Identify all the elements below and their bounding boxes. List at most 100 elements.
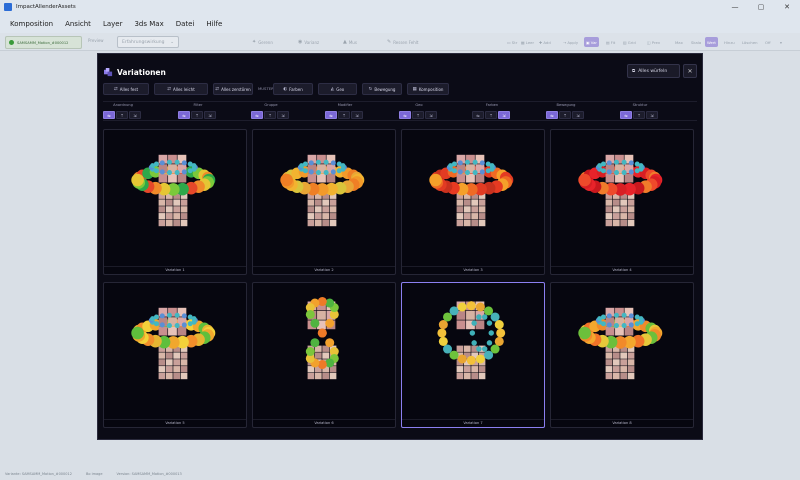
column-block (605, 206, 613, 213)
column-block (612, 213, 620, 220)
variation-tile-2[interactable]: Variation 2 (252, 129, 396, 275)
inner-ball (323, 170, 329, 176)
toolbar-right-button-3[interactable]: ⇢ Apply (561, 37, 580, 47)
toolbar-right-button-11[interactable]: Hinzu (722, 37, 737, 47)
inner-ball (613, 170, 619, 176)
inner-ball (166, 159, 172, 165)
swap-icon[interactable]: ⇋ (103, 111, 115, 119)
inner-ball (159, 169, 165, 175)
file-chip-label: SAMSAMM_Motion_#000012 (17, 40, 69, 45)
up-arrow-icon[interactable]: ⇡ (633, 111, 645, 119)
ring-ball (437, 328, 447, 338)
toolbar-right-button-13[interactable]: Off (763, 37, 773, 47)
ring-ball (305, 309, 315, 319)
inner-ball (181, 322, 187, 328)
corner-arrow-icon[interactable]: ⇲ (425, 111, 437, 119)
toolbar-right-button-1[interactable]: ▦ Leer (519, 37, 536, 47)
toolbar-button-gerenn[interactable]: ✦ Gerenn (252, 37, 273, 47)
column-block (456, 213, 464, 220)
filter-toggle-group: ⇋ ⇡ ⇲ (251, 111, 289, 119)
toolbar-right-button-0[interactable]: ▭ Str (505, 37, 519, 47)
action-geo[interactable]: ◭ Geo (318, 83, 357, 95)
swap-icon[interactable]: ⇋ (178, 111, 190, 119)
swap-icon[interactable]: ⇋ (325, 111, 337, 119)
file-chip[interactable]: SAMSAMM_Motion_#000012 (5, 36, 82, 49)
up-arrow-icon[interactable]: ⇡ (191, 111, 203, 119)
palette-icon: ◐ (283, 86, 288, 92)
maximize-button[interactable]: ▢ (748, 0, 774, 14)
corner-arrow-icon[interactable]: ⇲ (204, 111, 216, 119)
variation-tile-3[interactable]: Variation 3 (401, 129, 545, 275)
corner-arrow-icon[interactable]: ⇲ (351, 111, 363, 119)
corner-arrow-icon[interactable]: ⇲ (572, 111, 584, 119)
title-bar: ImpactAllenderAssets — ▢ ✕ (0, 0, 800, 14)
up-arrow-icon[interactable]: ⇡ (264, 111, 276, 119)
menu-hilfe[interactable]: Hilfe (200, 20, 228, 28)
inner-ball (485, 168, 491, 174)
column-block (471, 219, 479, 227)
toolbar-right-button-4[interactable]: ▣ Var (584, 37, 599, 47)
close-window-button[interactable]: ✕ (774, 0, 800, 14)
toolbar-right-button-10[interactable]: Wert (705, 37, 718, 47)
toolbar-button-ressen[interactable]: ✎ Ressen Fehlt (387, 37, 418, 47)
variation-tile-4[interactable]: Variation 4 (550, 129, 694, 275)
toolbar-right-button-14[interactable]: ▾ (778, 37, 784, 47)
swap-icon[interactable]: ⇋ (399, 111, 411, 119)
preset-select[interactable]: Erfahrungswirkung ⌄ (117, 36, 179, 48)
variation-tile-5[interactable]: Variation 5 (103, 282, 247, 428)
action-alles-zerstoeren[interactable]: ⇄ Alles zerstören (213, 83, 253, 95)
toolbar-right-button-8[interactable]: Max (673, 37, 685, 47)
corner-arrow-icon[interactable]: ⇲ (646, 111, 658, 119)
action-alles-leicht[interactable]: ⇄ Alles leicht (154, 83, 208, 95)
swap-icon[interactable]: ⇋ (546, 111, 558, 119)
shuffle-all-button[interactable]: ⧉ Alles würfeln (627, 64, 680, 78)
minimize-button[interactable]: — (722, 0, 748, 14)
toolbar-right-button-6[interactable]: ▥ Grid (621, 37, 638, 47)
menu-3dsmax[interactable]: 3ds Max (128, 20, 169, 28)
preset-select-value: Erfahrungswirkung (122, 39, 165, 45)
up-arrow-icon[interactable]: ⇡ (116, 111, 128, 119)
corner-arrow-icon[interactable]: ⇲ (277, 111, 289, 119)
variation-tile-7[interactable]: Variation 7 (401, 282, 545, 428)
inner-ball (308, 169, 314, 175)
action-alles-fest[interactable]: ⇄ Alles fest (103, 83, 149, 95)
column-block (612, 219, 620, 227)
toolbar-button-varianz[interactable]: ◉ Varianz (298, 37, 319, 47)
action-bewegung[interactable]: ↻ Bewegung (362, 83, 402, 95)
up-arrow-icon[interactable]: ⇡ (559, 111, 571, 119)
column-block (173, 199, 181, 206)
corner-arrow-icon[interactable]: ⇲ (498, 111, 510, 119)
filter-group-label: Filter (193, 103, 203, 107)
corner-arrow-icon[interactable]: ⇲ (129, 111, 141, 119)
up-arrow-icon[interactable]: ⇡ (412, 111, 424, 119)
variation-tile-8[interactable]: Variation 8 (550, 282, 694, 428)
up-arrow-icon[interactable]: ⇡ (485, 111, 497, 119)
action-komposition[interactable]: ▦ Komposition (407, 83, 449, 95)
menu-komposition[interactable]: Komposition (4, 20, 59, 28)
toolbar-right-button-12[interactable]: Löschen (740, 37, 760, 47)
toolbar-right-button-9[interactable]: Skala (689, 37, 703, 47)
inner-ball (457, 169, 463, 175)
menu-ansicht[interactable]: Ansicht (59, 20, 97, 28)
inner-ball (181, 160, 187, 166)
swap-icon[interactable]: ⇋ (620, 111, 632, 119)
column-block (456, 372, 464, 380)
column-block (158, 366, 166, 373)
toolbar-right-button-7[interactable]: ◫ Prev (645, 37, 662, 47)
column-block (627, 206, 635, 213)
menu-layer[interactable]: Layer (97, 20, 129, 28)
filter-group-label: Modifier (337, 103, 353, 107)
toolbar-right-button-2[interactable]: ✚ Add (537, 37, 553, 47)
menu-datei[interactable]: Datei (170, 20, 201, 28)
swap-icon[interactable]: ⇋ (251, 111, 263, 119)
variation-tile-6[interactable]: Variation 6 (252, 282, 396, 428)
variation-tile-1[interactable]: Variation 1 (103, 129, 247, 275)
toolbar-right-button-5[interactable]: ▤ Fit (604, 37, 617, 47)
swap-icon[interactable]: ⇋ (472, 111, 484, 119)
column-block (165, 359, 173, 366)
dialog-close-button[interactable]: ✕ (683, 64, 697, 78)
filter-group-filter: Filter ⇋ ⇡ ⇲ (178, 103, 218, 121)
toolbar-button-mus[interactable]: ▲ Mus (343, 37, 357, 47)
action-farben[interactable]: ◐ Farben (273, 83, 313, 95)
up-arrow-icon[interactable]: ⇡ (338, 111, 350, 119)
